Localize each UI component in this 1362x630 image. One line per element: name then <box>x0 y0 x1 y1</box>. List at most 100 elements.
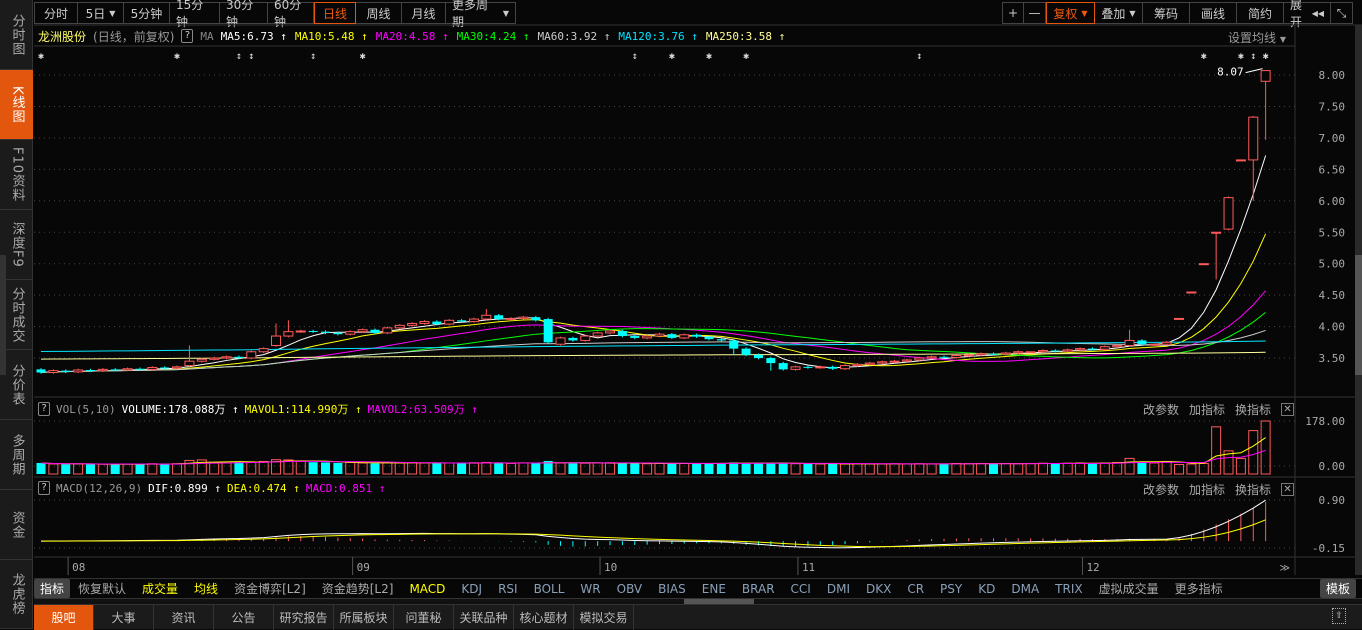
indicator-tab-24[interactable]: 更多指标 <box>1167 580 1231 597</box>
indicator-tab-14[interactable]: BRAR <box>734 582 783 596</box>
candle[interactable] <box>73 368 84 374</box>
candle[interactable] <box>1124 329 1135 347</box>
indicator-tab-18[interactable]: CR <box>899 582 932 596</box>
indicator-tab-10[interactable]: WR <box>572 582 608 596</box>
indicator-tab-19[interactable]: PSY <box>932 582 970 596</box>
indicator-tab-0[interactable]: 指标 <box>34 579 71 598</box>
candle[interactable] <box>345 330 356 336</box>
candle[interactable] <box>692 333 702 338</box>
candle[interactable] <box>419 320 430 325</box>
candle[interactable] <box>555 336 566 346</box>
candle[interactable] <box>308 329 318 333</box>
candle[interactable] <box>481 308 492 321</box>
candle[interactable] <box>766 356 776 371</box>
bottom-tab-8[interactable]: 核心题材 <box>514 605 574 630</box>
panel-link-2[interactable]: 换指标 <box>1235 481 1271 498</box>
candle[interactable] <box>877 360 888 365</box>
candle[interactable] <box>221 355 232 360</box>
help-button[interactable]: ? <box>38 481 51 495</box>
event-star-icon[interactable]: ✱ <box>1263 51 1269 62</box>
candle[interactable] <box>568 336 578 342</box>
candle[interactable] <box>630 334 640 340</box>
scroll-thumb[interactable] <box>1355 255 1362 375</box>
close-icon[interactable]: ✕ <box>1281 483 1295 496</box>
candle[interactable] <box>1062 348 1073 353</box>
candle[interactable] <box>790 365 801 371</box>
indicator-tab-11[interactable]: OBV <box>609 582 651 596</box>
event-arrow-icon[interactable]: ↕ <box>1250 51 1256 62</box>
indicator-tab-15[interactable]: CCI <box>783 582 819 596</box>
candle[interactable] <box>1235 159 1246 162</box>
left-scroll-handle[interactable] <box>0 255 6 375</box>
event-arrow-icon[interactable]: ↕ <box>916 51 922 62</box>
candle[interactable] <box>531 315 541 322</box>
event-star-icon[interactable]: ✱ <box>669 51 675 62</box>
popout-icon[interactable]: ⇧ <box>1332 608 1346 624</box>
indicator-tab-5[interactable]: 资金趋势[L2] <box>314 580 402 597</box>
event-star-icon[interactable]: ✱ <box>1238 51 1244 62</box>
candle[interactable] <box>283 320 294 338</box>
bottom-tab-5[interactable]: 所属板块 <box>334 605 394 630</box>
candle[interactable] <box>840 364 851 371</box>
indicator-tab-6[interactable]: MACD <box>401 582 453 596</box>
candle[interactable] <box>444 319 455 326</box>
indicator-tab-4[interactable]: 资金博弈[L2] <box>226 580 314 597</box>
event-star-icon[interactable]: ✱ <box>743 51 749 62</box>
panel-link-1[interactable]: 加指标 <box>1189 401 1225 418</box>
candle[interactable] <box>382 326 393 335</box>
event-star-icon[interactable]: ✱ <box>38 51 44 62</box>
candle[interactable] <box>518 315 529 320</box>
indicator-tab-3[interactable]: 均线 <box>186 580 226 597</box>
candle[interactable] <box>667 332 677 340</box>
candle[interactable] <box>729 339 739 355</box>
indicator-tab-16[interactable]: DMI <box>819 582 858 596</box>
event-arrow-icon[interactable]: ↕ <box>310 51 316 62</box>
candle[interactable] <box>48 369 59 374</box>
bottom-tab-9[interactable]: 模拟交易 <box>574 605 634 630</box>
bottom-tab-0[interactable]: 股吧 <box>34 605 94 630</box>
indicator-tab-23[interactable]: 虚拟成交量 <box>1091 580 1167 597</box>
panel-link-0[interactable]: 改参数 <box>1143 401 1179 418</box>
panel-link-1[interactable]: 加指标 <box>1189 481 1225 498</box>
candle[interactable] <box>258 347 269 354</box>
indicator-tab-7[interactable]: KDJ <box>453 582 490 596</box>
candle[interactable] <box>209 356 220 361</box>
panel-link-0[interactable]: 改参数 <box>1143 481 1179 498</box>
bottom-tab-2[interactable]: 资讯 <box>154 605 214 630</box>
bottom-tab-6[interactable]: 问董秘 <box>394 605 454 630</box>
candle[interactable] <box>61 369 71 374</box>
candle[interactable] <box>679 333 690 340</box>
candle[interactable] <box>803 365 813 369</box>
event-arrow-icon[interactable]: ↕ <box>632 51 638 62</box>
candle[interactable] <box>36 368 46 374</box>
candle[interactable] <box>1198 263 1209 266</box>
event-star-icon[interactable]: ✱ <box>174 51 180 62</box>
candle[interactable] <box>1025 351 1036 354</box>
bottom-tab-1[interactable]: 大事 <box>94 605 154 630</box>
indicator-tab-25[interactable]: 模板 <box>1319 579 1356 598</box>
indicator-tab-22[interactable]: TRIX <box>1047 582 1090 596</box>
indicator-tab-21[interactable]: DMA <box>1003 582 1047 596</box>
candle[interactable] <box>1174 317 1185 320</box>
scroll-right-icon[interactable]: ≫ <box>1280 563 1290 574</box>
bottom-tab-3[interactable]: 公告 <box>214 605 274 630</box>
candle[interactable] <box>828 365 838 371</box>
indicator-tab-2[interactable]: 成交量 <box>134 580 186 597</box>
event-star-icon[interactable]: ✱ <box>360 51 366 62</box>
candle[interactable] <box>592 331 603 338</box>
candle[interactable] <box>1149 343 1160 346</box>
bottom-tab-7[interactable]: 关联品种 <box>454 605 514 630</box>
indicator-tab-12[interactable]: BIAS <box>650 582 694 596</box>
event-star-icon[interactable]: ✱ <box>1201 51 1207 62</box>
candle[interactable] <box>246 350 257 360</box>
candle[interactable] <box>1260 70 1271 140</box>
candle[interactable] <box>407 322 418 327</box>
candle[interactable] <box>741 347 751 357</box>
indicator-tab-8[interactable]: RSI <box>490 582 526 596</box>
help-button[interactable]: ? <box>38 402 51 416</box>
candle[interactable] <box>1223 196 1234 231</box>
candle[interactable] <box>295 329 306 333</box>
indicator-tab-9[interactable]: BOLL <box>526 582 573 596</box>
candle[interactable] <box>1248 115 1259 201</box>
candle[interactable] <box>778 361 788 371</box>
